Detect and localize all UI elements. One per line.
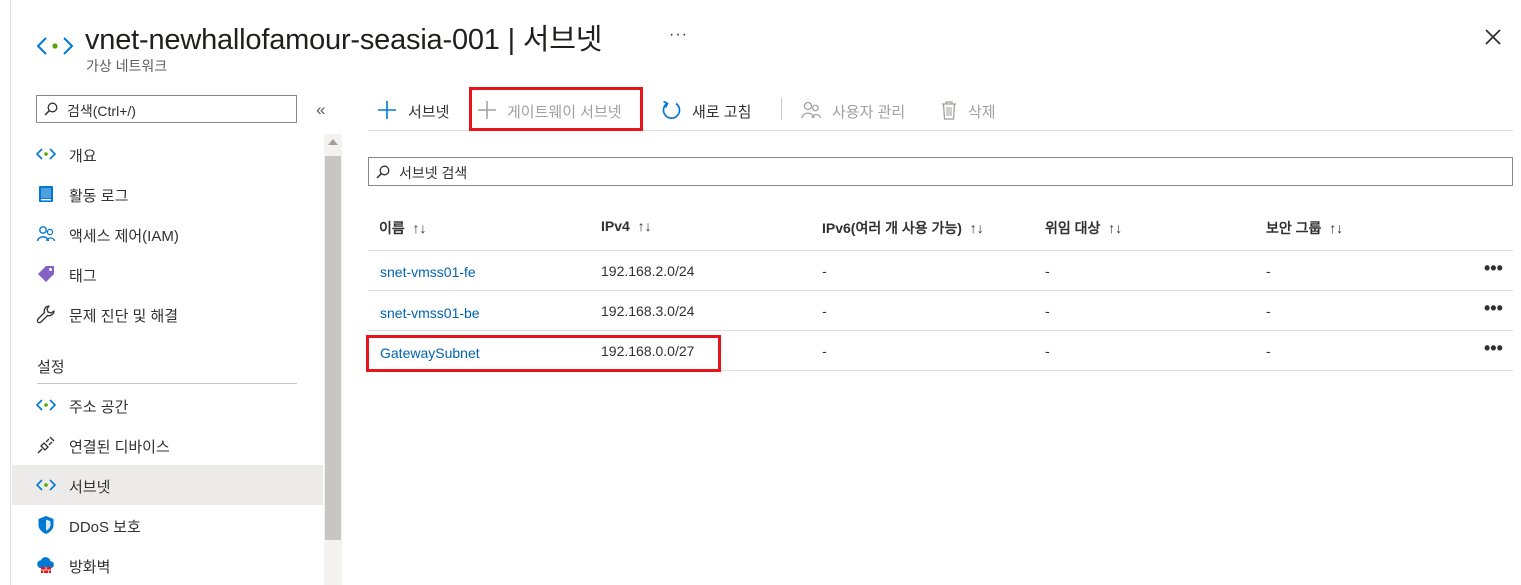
- row-more-button[interactable]: •••: [1484, 338, 1503, 359]
- close-icon[interactable]: [1482, 26, 1504, 48]
- sidebar-item-activity-log[interactable]: 활동 로그: [12, 174, 323, 214]
- activity-log-icon: [39, 186, 53, 202]
- sidebar-item-label: 개요: [69, 148, 97, 165]
- subnet-nsg: -: [1266, 343, 1271, 359]
- subnet-search-placeholder: 서브넷 검색: [399, 165, 468, 181]
- sidebar-item-firewall[interactable]: 방화벽: [12, 545, 323, 585]
- sidebar-item-label: 서브넷: [69, 479, 111, 496]
- subnet-ipv6: -: [822, 303, 827, 319]
- manage-users-label: 사용자 관리: [832, 104, 906, 121]
- refresh-icon: [662, 100, 681, 119]
- plug-icon: [37, 436, 55, 454]
- manage-users-button[interactable]: 사용자 관리: [800, 97, 920, 123]
- subnet-ipv4: 192.168.3.0/24: [601, 303, 695, 319]
- scroll-up-arrow-icon[interactable]: [328, 139, 338, 145]
- sidebar-search-input[interactable]: 검색(Ctrl+/): [36, 95, 297, 123]
- row-divider: [368, 330, 1513, 331]
- sidebar-search-placeholder: 검색(Ctrl+/): [67, 103, 136, 119]
- vnet-icon: [36, 479, 56, 491]
- sidebar-item-label: 액세스 제어(IAM): [69, 228, 179, 245]
- blade-left-border: [10, 0, 11, 585]
- vnet-icon: [36, 37, 74, 55]
- add-subnet-button[interactable]: 서브넷: [376, 97, 461, 123]
- sidebar-item-label: 방화벽: [69, 559, 111, 576]
- sidebar-item-diagnose[interactable]: 문제 진단 및 해결: [12, 294, 323, 334]
- subnet-delegation: -: [1045, 343, 1050, 359]
- sidebar-item-label: 활동 로그: [69, 188, 129, 205]
- row-more-button[interactable]: •••: [1484, 298, 1503, 319]
- vnet-icon: [36, 148, 56, 160]
- sidebar-item-ddos[interactable]: DDoS 보호: [12, 505, 323, 545]
- sort-icon[interactable]: ↑↓: [1329, 220, 1343, 236]
- sidebar-item-overview[interactable]: 개요: [12, 134, 323, 174]
- sidebar-section-settings: 설정: [37, 359, 65, 376]
- section-divider: [37, 383, 297, 384]
- column-header-security-group[interactable]: 보안 그룹 ↑↓: [1266, 218, 1343, 238]
- header-divider: [368, 250, 1513, 251]
- shield-icon: [38, 516, 54, 534]
- toolbar-separator: [781, 98, 782, 120]
- row-more-button[interactable]: •••: [1484, 258, 1503, 279]
- subnet-nsg: -: [1266, 263, 1271, 279]
- collapse-sidebar-button[interactable]: «: [316, 100, 325, 120]
- subnet-nsg: -: [1266, 303, 1271, 319]
- highlight-box-gateway-subnet-button: [469, 87, 643, 131]
- subnet-name-link[interactable]: snet-vmss01-fe: [380, 264, 476, 280]
- more-options-button[interactable]: ···: [669, 26, 688, 44]
- subnet-ipv4: 192.168.2.0/24: [601, 263, 695, 279]
- column-header-delegation[interactable]: 위임 대상 ↑↓: [1045, 218, 1122, 238]
- delete-button[interactable]: 삭제: [938, 97, 1003, 123]
- sidebar-item-address-space[interactable]: 주소 공간: [12, 385, 323, 425]
- wrench-icon: [36, 305, 55, 324]
- sort-icon[interactable]: ↑↓: [1108, 220, 1122, 236]
- subnet-delegation: -: [1045, 263, 1050, 279]
- page-subtitle: 가상 네트워크: [86, 58, 168, 74]
- plus-icon: [378, 101, 396, 119]
- subnet-ipv6: -: [822, 343, 827, 359]
- highlight-box-gateway-subnet-row: [366, 335, 721, 372]
- column-header-ipv6[interactable]: IPv6(여러 개 사용 가능) ↑↓: [822, 218, 984, 238]
- row-divider: [368, 290, 1513, 291]
- subnet-ipv6: -: [822, 263, 827, 279]
- sort-icon[interactable]: ↑↓: [413, 220, 427, 236]
- sidebar-item-label: 주소 공간: [69, 399, 129, 416]
- column-header-ipv4[interactable]: IPv4 ↑↓: [601, 218, 652, 234]
- search-icon: [376, 165, 390, 179]
- sidebar-scrollbar-thumb[interactable]: [325, 156, 341, 540]
- refresh-button[interactable]: 새로 고침: [660, 97, 765, 123]
- subnet-search-input[interactable]: 서브넷 검색: [368, 157, 1513, 186]
- sidebar-item-connected-devices[interactable]: 연결된 디바이스: [12, 425, 323, 465]
- column-header-name[interactable]: 이름 ↑↓: [379, 218, 427, 238]
- sort-icon[interactable]: ↑↓: [638, 218, 652, 234]
- sidebar-item-label: 태그: [69, 268, 97, 285]
- delete-label: 삭제: [968, 104, 996, 121]
- sidebar-item-label: 연결된 디바이스: [69, 439, 170, 456]
- search-icon: [44, 102, 58, 116]
- sidebar-item-label: DDoS 보호: [69, 519, 141, 536]
- firewall-icon: [37, 557, 54, 573]
- trash-icon: [942, 101, 956, 120]
- subnet-delegation: -: [1045, 303, 1050, 319]
- users-icon: [801, 101, 822, 119]
- vnet-icon: [36, 399, 56, 411]
- subnet-name-link[interactable]: snet-vmss01-be: [380, 305, 480, 321]
- sidebar-item-label: 문제 진단 및 해결: [69, 308, 179, 325]
- refresh-label: 새로 고침: [692, 104, 752, 121]
- sidebar-item-iam[interactable]: 액세스 제어(IAM): [12, 214, 323, 254]
- tag-icon: [38, 266, 54, 282]
- sidebar-item-tags[interactable]: 태그: [12, 254, 323, 294]
- iam-icon: [36, 226, 56, 242]
- page-title: vnet-newhallofamour-seasia-001 | 서브넷: [85, 24, 603, 56]
- sidebar-item-subnets[interactable]: 서브넷: [12, 465, 323, 505]
- add-subnet-label: 서브넷: [408, 104, 450, 121]
- sort-icon[interactable]: ↑↓: [970, 220, 984, 236]
